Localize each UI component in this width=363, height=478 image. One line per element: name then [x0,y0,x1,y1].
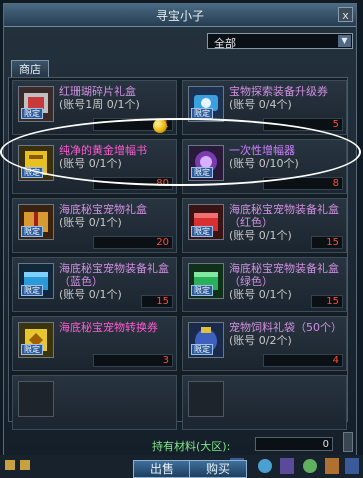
category-filter-value: 全部 [214,37,236,50]
scrollbar-handle[interactable] [343,432,353,452]
shop-item[interactable]: 限定 宠物饲料礼袋（50个） (账号 0/2个) 4 [182,316,347,371]
item-price: 3 [162,355,169,366]
item-price: 5 [332,119,339,130]
shop-item[interactable]: 限定 海底秘宝宠物转换券 3 [12,316,177,371]
item-price: 15 [326,296,339,307]
item-price-field: 15 [311,236,343,249]
limited-badge: 限定 [191,285,213,296]
item-name: 海底秘宝宠物装备礼盒（蓝色） [59,262,169,288]
upgrade-ticket-icon: 限定 [188,86,224,122]
empty-shop-slot [12,375,177,430]
held-material-label: 持有材料(大区): [152,440,231,453]
shop-item[interactable]: 限定 海底秘宝宠物装备礼盒（红色） (账号 0/1个) 15 [182,198,347,253]
chevron-down-icon[interactable]: ▼ [338,35,351,47]
item-name: 海底秘宝宠物礼盒 [59,203,147,216]
item-limit: (账号 0/1个) [229,288,292,301]
close-button[interactable]: x [338,7,353,22]
red-equip-box-icon: 限定 [188,204,224,240]
item-name: 海底秘宝宠物装备礼盒（绿色） [229,262,339,288]
item-name: 红珊瑚碎片礼盒 [59,85,136,98]
empty-slot-icon [18,381,54,417]
green-equip-box-icon: 限定 [188,263,224,299]
item-limit: (账号 0/1个) [229,229,292,242]
sell-button[interactable]: 出售 [133,460,191,478]
item-price-field: 4 [263,354,343,367]
item-price-field: 3 [93,354,173,367]
item-price: 4 [332,355,339,366]
limited-badge: 限定 [21,285,43,296]
item-price-field: 15 [311,295,343,308]
title-bar[interactable]: 寻宝小子 x [4,4,356,27]
category-filter-select[interactable]: 全部 ▼ [207,33,353,50]
held-material-value: 0 [322,439,329,450]
tab-shop[interactable]: 商店 [11,60,49,78]
buy-button[interactable]: 购买 [189,460,247,478]
item-limit: (账号 0/1个) [59,216,122,229]
limited-badge: 限定 [191,344,213,355]
highlight-oval [0,118,361,186]
shop-item[interactable]: 限定 海底秘宝宠物装备礼盒（蓝色） (账号 0/1个) 15 [12,257,177,312]
limited-badge: 限定 [191,226,213,237]
pet-food-bag-icon: 限定 [188,322,224,358]
blue-equip-box-icon: 限定 [18,263,54,299]
item-name: 海底秘宝宠物装备礼盒（红色） [229,203,339,229]
empty-slot-icon [188,381,224,417]
shop-item[interactable]: 限定 海底秘宝宠物装备礼盒（绿色） (账号 0/1个) 15 [182,257,347,312]
item-name: 海底秘宝宠物转换券 [59,321,158,334]
pet-box-icon: 限定 [18,204,54,240]
item-price: 15 [326,237,339,248]
item-name: 宝物探索装备升级券 [229,85,328,98]
item-limit: (账号 0/1个) [59,288,122,301]
held-material-field: 0 [255,437,333,451]
item-limit: (账号1周 0/1个) [59,98,140,111]
pet-convert-ticket-icon: 限定 [18,322,54,358]
item-price: 20 [156,237,169,248]
item-price-field: 15 [141,295,173,308]
limited-badge: 限定 [21,108,43,119]
limited-badge: 限定 [21,226,43,237]
item-price-field: 20 [93,236,173,249]
shop-item[interactable]: 限定 海底秘宝宠物礼盒 (账号 0/1个) 20 [12,198,177,253]
item-limit: (账号 0/4个) [229,98,292,111]
empty-shop-slot [182,375,347,430]
item-price: 8 [332,178,339,189]
limited-badge: 限定 [21,344,43,355]
item-name: 宠物饲料礼袋（50个） [229,321,342,334]
coral-box-icon: 限定 [18,86,54,122]
window-title: 寻宝小子 [155,9,204,23]
item-price: 15 [156,296,169,307]
item-limit: (账号 0/2个) [229,334,292,347]
